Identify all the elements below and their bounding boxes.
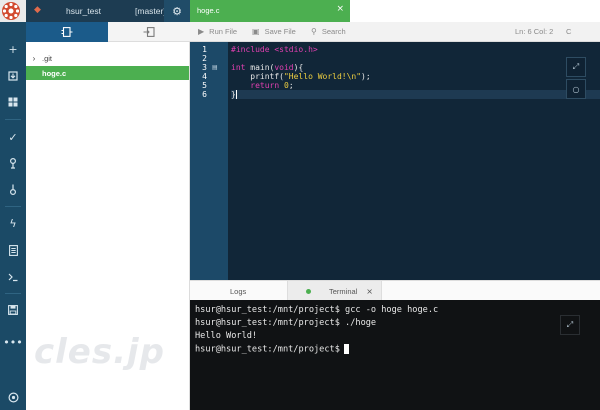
chevron-right-icon: ›: [26, 54, 42, 63]
terminal-cursor: [344, 344, 349, 354]
code-area[interactable]: #include <stdio.h> int main(void){ print…: [231, 42, 600, 280]
tab-terminal[interactable]: Terminal ×: [287, 281, 382, 301]
save-icon[interactable]: [0, 301, 26, 319]
tab-files[interactable]: [26, 22, 108, 42]
editor-tab-label: hoge.c: [197, 6, 220, 15]
settings-icon[interactable]: [0, 388, 26, 406]
branch-icon[interactable]: [0, 181, 26, 199]
more-icon[interactable]: •••: [0, 333, 26, 351]
search-icon: ⚲: [311, 27, 317, 36]
close-icon[interactable]: ×: [366, 287, 373, 296]
search-button[interactable]: ⚲ Search: [311, 27, 346, 36]
project-name: hsur_test: [66, 6, 101, 16]
line-number: 6: [190, 90, 207, 99]
project-panel-tabs: [26, 22, 190, 42]
language-indicator[interactable]: C: [566, 27, 571, 36]
line-number: 1: [190, 45, 207, 54]
status-dot-icon: [306, 289, 311, 294]
check-icon[interactable]: ✓: [0, 128, 26, 146]
terminal-line: Hello World!: [195, 331, 257, 341]
tree-item-label: .git: [42, 54, 52, 63]
line-number: 2: [190, 54, 207, 63]
branch-name: [master]: [135, 6, 166, 16]
save-file-button[interactable]: ▣ Save File: [252, 27, 296, 36]
line-number: 3: [190, 63, 207, 72]
app-logo: [0, 0, 26, 22]
tab-import[interactable]: [108, 22, 190, 42]
code-line: printf("Hello World!\n");: [231, 72, 600, 81]
cursor-position: Ln: 6 Col: 2: [515, 27, 553, 36]
document-icon[interactable]: [0, 241, 26, 259]
terminal-line: hsur@hsur_test:/mnt/project$ gcc -o hoge…: [195, 305, 438, 315]
code-editor[interactable]: 1 2 3 ▤ 4 5 6 #include <stdio.h> int mai…: [190, 42, 600, 280]
terminal-prompt-line: hsur@hsur_test:/mnt/project$: [195, 344, 349, 355]
line-gutter: 1 2 3 ▤ 4 5 6: [190, 42, 228, 280]
code-line: }: [231, 90, 600, 99]
download-icon[interactable]: [0, 67, 26, 85]
save-icon: ▣: [252, 27, 260, 36]
code-line: int main(void){: [231, 63, 600, 72]
tree-item-git[interactable]: › .git: [26, 51, 189, 65]
terminal-line: hsur@hsur_test:/mnt/project$: [195, 345, 340, 355]
fold-icon[interactable]: ▤: [212, 64, 218, 71]
tree-item-hoge-c[interactable]: hoge.c: [26, 66, 189, 80]
close-icon[interactable]: ×: [336, 4, 344, 14]
editor-toolbar: ▶ Run File ▣ Save File ⚲ Search Ln: 6 Co…: [190, 22, 600, 42]
grid-icon[interactable]: [0, 93, 26, 111]
files-icon: [61, 27, 73, 37]
run-file-button[interactable]: ▶ Run File: [198, 27, 237, 36]
watermark: cles.jp: [34, 332, 165, 372]
editor-tab-hoge-c[interactable]: hoge.c ×: [190, 0, 350, 22]
code-line: [231, 54, 600, 63]
tree-item-label: hoge.c: [42, 69, 66, 78]
git-icon: ◆: [34, 5, 41, 15]
gear-icon[interactable]: ⚙: [164, 0, 190, 22]
terminal[interactable]: hsur@hsur_test:/mnt/project$ gcc -o hoge…: [190, 300, 600, 410]
record-icon[interactable]: ○: [566, 79, 586, 99]
commit-icon[interactable]: [0, 154, 26, 172]
icon-rail: + ✓ ϟ •••: [0, 0, 26, 410]
expand-icon[interactable]: ⤢: [560, 315, 580, 335]
code-line: #include <stdio.h>: [231, 45, 600, 54]
play-icon: ▶: [198, 27, 204, 36]
expand-icon[interactable]: ⤢: [566, 57, 586, 77]
tab-logs[interactable]: Logs: [230, 281, 246, 301]
plus-icon[interactable]: +: [0, 40, 26, 58]
line-number: 5: [190, 81, 207, 90]
lightning-icon[interactable]: ϟ: [0, 214, 26, 232]
code-line: return 0;: [231, 81, 600, 90]
bottom-panel-tabs: Logs Terminal ×: [190, 280, 600, 300]
line-number: 4: [190, 72, 207, 81]
import-icon: [143, 27, 155, 37]
tab-bar-empty: [350, 0, 600, 22]
terminal-icon[interactable]: [0, 268, 26, 286]
terminal-line: hsur@hsur_test:/mnt/project$ ./hoge: [195, 318, 376, 328]
